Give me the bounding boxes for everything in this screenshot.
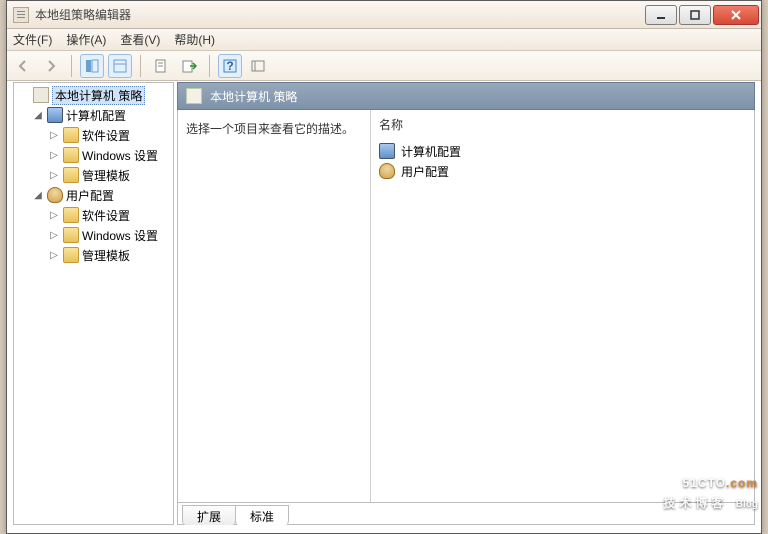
- show-hide-tree-button[interactable]: [80, 54, 104, 78]
- export-button[interactable]: [177, 54, 201, 78]
- folder-icon: [63, 227, 79, 243]
- collapse-icon: ◢: [32, 110, 44, 121]
- app-icon: [13, 7, 29, 23]
- list-item-label: 计算机配置: [401, 143, 461, 160]
- tree-windows-settings[interactable]: ▷ Windows 设置: [16, 145, 173, 165]
- tree-label: 软件设置: [82, 207, 130, 224]
- list-item-label: 用户配置: [401, 163, 449, 180]
- tree-software-settings[interactable]: ▷ 软件设置: [16, 125, 173, 145]
- tree-label: 本地计算机 策略: [52, 86, 145, 105]
- details-header: 本地计算机 策略: [177, 82, 755, 110]
- minimize-button[interactable]: [645, 5, 677, 25]
- tree-root[interactable]: 本地计算机 策略: [16, 85, 173, 105]
- toolbar: ?: [7, 51, 761, 81]
- window-title: 本地组策略编辑器: [35, 6, 131, 23]
- view-tabs: 扩展 标准: [177, 503, 755, 525]
- maximize-button[interactable]: [679, 5, 711, 25]
- app-window: 本地组策略编辑器 文件(F) 操作(A) 查看(V) 帮助(H) ?: [6, 0, 762, 534]
- column-header-name[interactable]: 名称: [379, 116, 746, 133]
- details-body: 选择一个项目来查看它的描述。 名称 计算机配置 用户配置: [177, 110, 755, 503]
- expand-icon: ▷: [48, 250, 60, 261]
- folder-icon: [63, 247, 79, 263]
- details-panel: 本地计算机 策略 选择一个项目来查看它的描述。 名称 计算机配置 用户配置: [177, 82, 755, 525]
- tab-extended[interactable]: 扩展: [182, 505, 236, 525]
- policy-icon: [186, 88, 202, 104]
- menu-bar: 文件(F) 操作(A) 查看(V) 帮助(H): [7, 29, 761, 51]
- filter-button[interactable]: [246, 54, 270, 78]
- expand-icon: ▷: [48, 130, 60, 141]
- tree-label: 用户配置: [66, 187, 114, 204]
- window-controls: [645, 5, 759, 25]
- content-area: 本地计算机 策略 ◢ 计算机配置 ▷ 软件设置 ▷ Windows 设置: [7, 81, 761, 533]
- menu-action[interactable]: 操作(A): [66, 31, 106, 48]
- navigation-tree: 本地计算机 策略 ◢ 计算机配置 ▷ 软件设置 ▷ Windows 设置: [14, 83, 173, 267]
- tree-label: 计算机配置: [66, 107, 126, 124]
- menu-help[interactable]: 帮助(H): [174, 31, 215, 48]
- tree-label: Windows 设置: [82, 147, 158, 164]
- svg-text:?: ?: [226, 59, 233, 73]
- description-prompt: 选择一个项目来查看它的描述。: [186, 122, 354, 136]
- tree-software-settings[interactable]: ▷ 软件设置: [16, 205, 173, 225]
- forward-button[interactable]: [39, 54, 63, 78]
- back-button[interactable]: [11, 54, 35, 78]
- list-item-user-config[interactable]: 用户配置: [379, 161, 746, 181]
- folder-icon: [63, 147, 79, 163]
- tree-label: Windows 设置: [82, 227, 158, 244]
- collapse-icon: ◢: [32, 190, 44, 201]
- folder-icon: [63, 207, 79, 223]
- tree-label: 软件设置: [82, 127, 130, 144]
- folder-icon: [63, 167, 79, 183]
- toolbar-separator: [71, 55, 72, 77]
- computer-icon: [379, 143, 395, 159]
- expand-icon: ▷: [48, 210, 60, 221]
- list-item-computer-config[interactable]: 计算机配置: [379, 141, 746, 161]
- menu-file[interactable]: 文件(F): [13, 31, 52, 48]
- items-pane: 名称 计算机配置 用户配置: [371, 110, 754, 502]
- expand-icon: ▷: [48, 170, 60, 181]
- toolbar-separator: [140, 55, 141, 77]
- expand-icon: ▷: [48, 150, 60, 161]
- policy-icon: [33, 87, 49, 103]
- tree-label: 管理模板: [82, 247, 130, 264]
- description-pane: 选择一个项目来查看它的描述。: [178, 110, 370, 502]
- help-button[interactable]: ?: [218, 54, 242, 78]
- navigation-tree-panel: 本地计算机 策略 ◢ 计算机配置 ▷ 软件设置 ▷ Windows 设置: [13, 82, 174, 525]
- user-icon: [379, 163, 395, 179]
- user-icon: [47, 187, 63, 203]
- tree-admin-templates[interactable]: ▷ 管理模板: [16, 245, 173, 265]
- tab-standard[interactable]: 标准: [235, 505, 289, 525]
- tree-windows-settings[interactable]: ▷ Windows 设置: [16, 225, 173, 245]
- expand-icon: ▷: [48, 230, 60, 241]
- computer-icon: [47, 107, 63, 123]
- tree-admin-templates[interactable]: ▷ 管理模板: [16, 165, 173, 185]
- details-header-title: 本地计算机 策略: [210, 88, 297, 105]
- toolbar-separator: [209, 55, 210, 77]
- refresh-button[interactable]: [149, 54, 173, 78]
- folder-icon: [63, 127, 79, 143]
- tree-computer-config[interactable]: ◢ 计算机配置: [16, 105, 173, 125]
- tree-user-config[interactable]: ◢ 用户配置: [16, 185, 173, 205]
- menu-view[interactable]: 查看(V): [120, 31, 160, 48]
- title-bar: 本地组策略编辑器: [7, 1, 761, 29]
- close-button[interactable]: [713, 5, 759, 25]
- tree-label: 管理模板: [82, 167, 130, 184]
- properties-button[interactable]: [108, 54, 132, 78]
